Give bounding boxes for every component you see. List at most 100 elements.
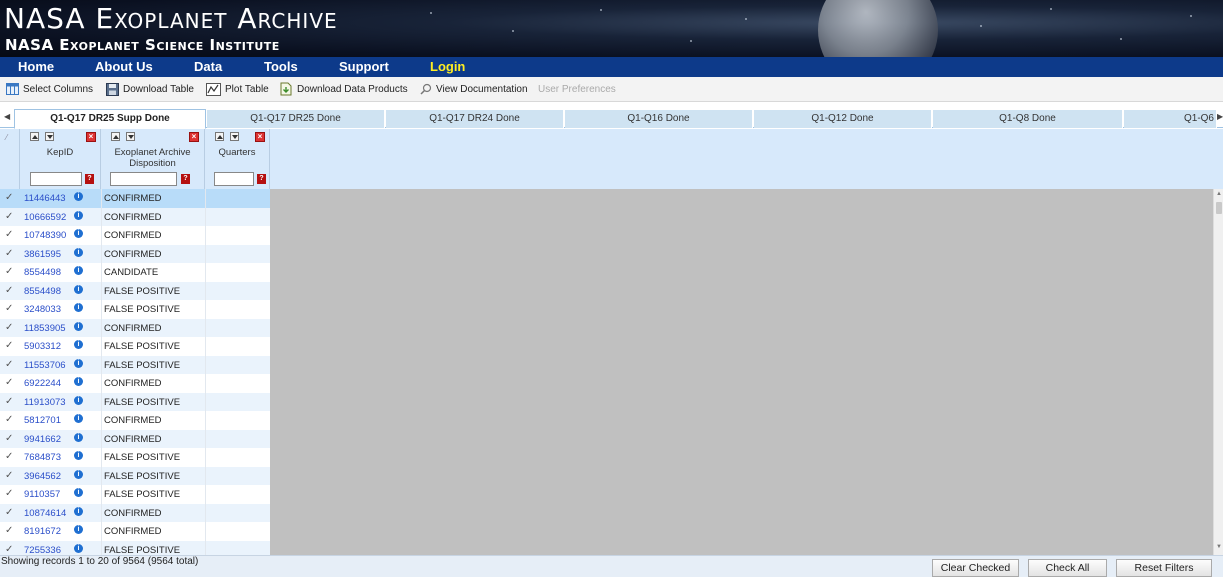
- kepid-link[interactable]: 3248033: [24, 304, 61, 315]
- info-icon[interactable]: i: [74, 414, 83, 423]
- table-row[interactable]: ✓ 11553706 i FALSE POSITIVE: [0, 355, 270, 374]
- kepid-link[interactable]: 3861595: [24, 249, 61, 260]
- table-row[interactable]: ✓ 10874614 i CONFIRMED: [0, 503, 270, 522]
- table-row[interactable]: ✓ 3861595 i CONFIRMED: [0, 244, 270, 263]
- info-icon[interactable]: i: [74, 469, 83, 479]
- table-row[interactable]: ✓ 8554498 i CANDIDATE: [0, 263, 270, 282]
- sort-descending-icon[interactable]: [126, 132, 135, 141]
- kepid-filter-input[interactable]: [30, 172, 82, 186]
- row-checkbox-icon[interactable]: ✓: [5, 507, 13, 518]
- row-checkbox-icon[interactable]: ✓: [5, 470, 13, 481]
- info-icon[interactable]: i: [74, 303, 83, 312]
- reset-filters-button[interactable]: Reset Filters: [1116, 559, 1212, 577]
- info-icon[interactable]: i: [74, 229, 83, 238]
- kepid-link[interactable]: 7255336: [24, 545, 61, 556]
- row-checkbox-icon[interactable]: ✓: [5, 414, 13, 425]
- remove-column-icon[interactable]: ×: [86, 132, 96, 142]
- site-title[interactable]: NASA Exoplanet Archive: [4, 4, 338, 34]
- kepid-link[interactable]: 8191672: [24, 526, 61, 537]
- table-row[interactable]: ✓ 9110357 i FALSE POSITIVE: [0, 485, 270, 504]
- scroll-down-icon[interactable]: ▼: [1216, 544, 1222, 550]
- select-columns-button[interactable]: Select Columns: [6, 81, 93, 98]
- table-row[interactable]: ✓ 8554498 i FALSE POSITIVE: [0, 281, 270, 300]
- download-data-products-button[interactable]: Download Data Products: [280, 81, 408, 98]
- tab-scroll-left-icon[interactable]: ◀: [4, 112, 10, 121]
- info-icon[interactable]: i: [74, 377, 83, 386]
- quarters-filter-input[interactable]: [214, 172, 254, 186]
- row-checkbox-icon[interactable]: ✓: [5, 211, 13, 222]
- sort-ascending-icon[interactable]: [215, 132, 224, 141]
- tab-q1-q17-dr24[interactable]: Q1-Q17 DR24 Done: [386, 110, 564, 128]
- remove-column-icon[interactable]: ×: [255, 132, 265, 142]
- row-checkbox-icon[interactable]: ✓: [5, 229, 13, 240]
- row-checkbox-icon[interactable]: ✓: [5, 525, 13, 536]
- table-row[interactable]: ✓ 9941662 i CONFIRMED: [0, 429, 270, 448]
- vertical-scrollbar[interactable]: ▲ ▼: [1213, 189, 1223, 555]
- kepid-link[interactable]: 6922244: [24, 378, 61, 389]
- info-icon[interactable]: i: [74, 192, 83, 201]
- download-table-button[interactable]: Download Table: [106, 81, 194, 98]
- sort-ascending-icon[interactable]: [30, 132, 39, 141]
- info-icon[interactable]: i: [74, 525, 83, 534]
- sort-descending-icon[interactable]: [230, 132, 239, 141]
- kepid-link[interactable]: 8554498: [24, 286, 61, 297]
- nav-data[interactable]: Data: [194, 57, 222, 77]
- sort-ascending-icon[interactable]: [111, 132, 120, 141]
- info-icon[interactable]: i: [74, 340, 83, 349]
- info-icon[interactable]: i: [74, 247, 83, 257]
- row-checkbox-icon[interactable]: ✓: [5, 544, 13, 555]
- plot-table-button[interactable]: Plot Table: [206, 81, 269, 98]
- table-row[interactable]: ✓ 11446443 i CONFIRMED: [0, 189, 270, 208]
- table-row[interactable]: ✓ 3964562 i FALSE POSITIVE: [0, 466, 270, 485]
- tab-scroll-right-icon[interactable]: ▶: [1217, 112, 1223, 121]
- check-all-button[interactable]: Check All: [1028, 559, 1107, 577]
- table-row[interactable]: ✓ 7255336 i FALSE POSITIVE: [0, 540, 270, 556]
- table-row[interactable]: ✓ 5903312 i FALSE POSITIVE: [0, 337, 270, 356]
- tab-q1-q16[interactable]: Q1-Q16 Done: [565, 110, 753, 128]
- sort-descending-icon[interactable]: [45, 132, 54, 141]
- nav-about-us[interactable]: About Us: [95, 57, 153, 77]
- remove-column-icon[interactable]: ×: [189, 132, 199, 142]
- table-row[interactable]: ✓ 5812701 i CONFIRMED: [0, 411, 270, 430]
- row-checkbox-icon[interactable]: ✓: [5, 248, 13, 259]
- row-checkbox-icon[interactable]: ✓: [5, 340, 13, 351]
- info-icon[interactable]: i: [74, 395, 83, 405]
- help-icon[interactable]: ?: [257, 174, 266, 184]
- tab-q1-q12[interactable]: Q1-Q12 Done: [754, 110, 932, 128]
- table-row[interactable]: ✓ 6922244 i CONFIRMED: [0, 374, 270, 393]
- nav-tools[interactable]: Tools: [264, 57, 298, 77]
- tab-q1-q17-dr25[interactable]: Q1-Q17 DR25 Done: [207, 110, 385, 128]
- kepid-link[interactable]: 11446443: [24, 193, 66, 204]
- row-checkbox-icon[interactable]: ✓: [5, 303, 13, 314]
- scrollbar-thumb[interactable]: [1216, 202, 1222, 214]
- tab-q1-q8[interactable]: Q1-Q8 Done: [933, 110, 1123, 128]
- kepid-link[interactable]: 10748390: [24, 230, 66, 241]
- info-icon[interactable]: i: [74, 266, 83, 275]
- table-row[interactable]: ✓ 10748390 i CONFIRMED: [0, 226, 270, 245]
- row-checkbox-icon[interactable]: ✓: [5, 396, 13, 407]
- table-row[interactable]: ✓ 11913073 i FALSE POSITIVE: [0, 392, 270, 411]
- table-row[interactable]: ✓ 8191672 i CONFIRMED: [0, 522, 270, 541]
- info-icon[interactable]: i: [74, 358, 83, 368]
- kepid-link[interactable]: 10666592: [24, 212, 66, 223]
- row-checkbox-icon[interactable]: ✓: [5, 359, 13, 370]
- row-checkbox-icon[interactable]: ✓: [5, 377, 13, 388]
- row-checkbox-icon[interactable]: ✓: [5, 433, 13, 444]
- info-icon[interactable]: i: [74, 284, 83, 294]
- tab-q1-q6[interactable]: Q1-Q6: [1124, 110, 1217, 128]
- kepid-link[interactable]: 9941662: [24, 434, 61, 445]
- row-checkbox-icon[interactable]: ✓: [5, 322, 13, 333]
- scroll-up-icon[interactable]: ▲: [1216, 191, 1222, 197]
- info-icon[interactable]: i: [74, 210, 83, 220]
- nav-login[interactable]: Login: [430, 57, 465, 77]
- table-row[interactable]: ✓ 7684873 i FALSE POSITIVE: [0, 448, 270, 467]
- kepid-link[interactable]: 9110357: [24, 489, 60, 500]
- row-checkbox-icon[interactable]: ✓: [5, 192, 13, 203]
- row-checkbox-icon[interactable]: ✓: [5, 285, 13, 296]
- disposition-filter-input[interactable]: [110, 172, 177, 186]
- kepid-link[interactable]: 7684873: [24, 452, 61, 463]
- kepid-link[interactable]: 3964562: [24, 471, 61, 482]
- table-row[interactable]: ✓ 11853905 i CONFIRMED: [0, 318, 270, 337]
- nav-home[interactable]: Home: [18, 57, 54, 77]
- tab-q1-q17-dr25-supp[interactable]: Q1-Q17 DR25 Supp Done: [14, 109, 206, 129]
